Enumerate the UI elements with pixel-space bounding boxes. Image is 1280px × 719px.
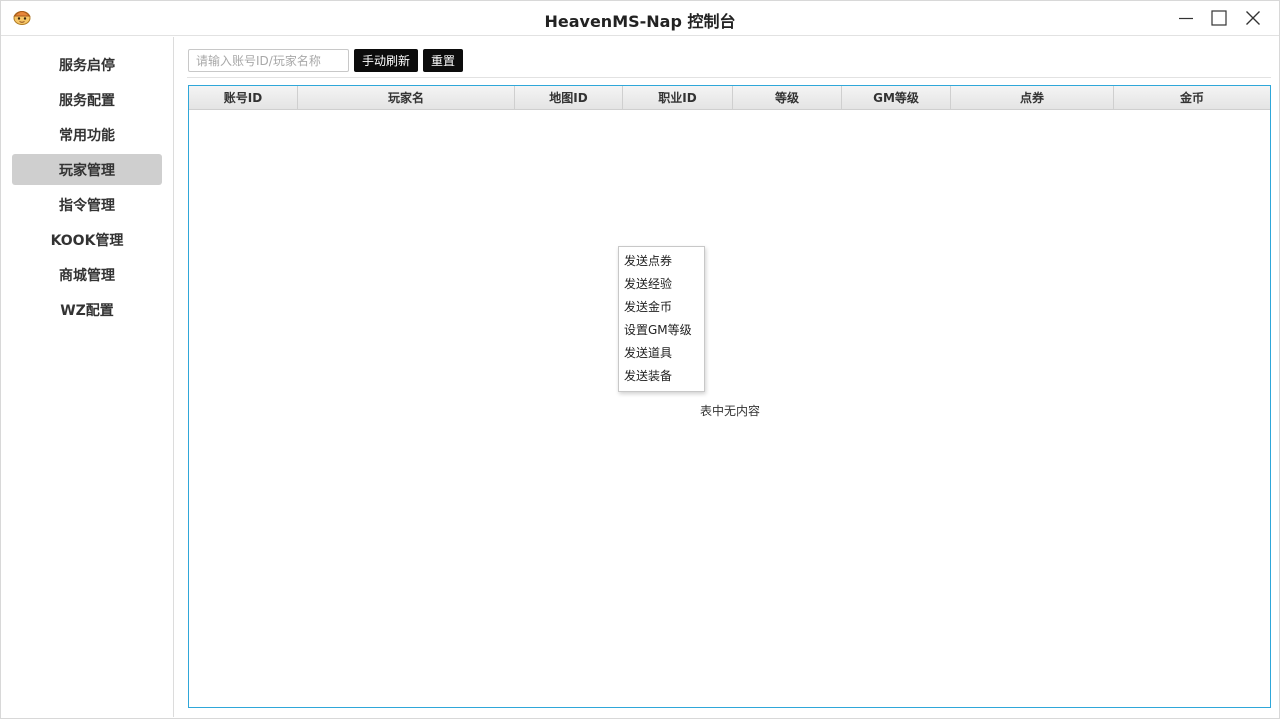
menu-item-send-exp[interactable]: 发送经验 bbox=[619, 273, 704, 295]
column-header-player-name[interactable]: 玩家名 bbox=[298, 86, 515, 109]
sidebar: 服务启停 服务配置 常用功能 玩家管理 指令管理 KOOK管理 商城管理 WZ配… bbox=[2, 37, 174, 717]
context-menu: 发送点券 发送经验 发送金币 设置GM等级 发送道具 发送装备 bbox=[618, 246, 705, 392]
column-header-account-id[interactable]: 账号ID bbox=[189, 86, 298, 109]
title-bar: HeavenMS-Nap 控制台 bbox=[1, 1, 1279, 36]
maximize-button[interactable] bbox=[1205, 5, 1233, 31]
menu-item-send-item[interactable]: 发送道具 bbox=[619, 342, 704, 364]
column-header-gold[interactable]: 金币 bbox=[1114, 86, 1270, 109]
minimize-icon bbox=[1179, 17, 1193, 20]
sidebar-item-player-management[interactable]: 玩家管理 bbox=[12, 154, 162, 185]
sidebar-item-mall-management[interactable]: 商城管理 bbox=[12, 259, 162, 290]
column-header-map-id[interactable]: 地图ID bbox=[515, 86, 623, 109]
column-header-level[interactable]: 等级 bbox=[733, 86, 842, 109]
sidebar-item-common-functions[interactable]: 常用功能 bbox=[12, 119, 162, 150]
column-header-job-id[interactable]: 职业ID bbox=[623, 86, 733, 109]
menu-item-set-gm-level[interactable]: 设置GM等级 bbox=[619, 319, 704, 341]
toolbar-divider bbox=[187, 77, 1271, 78]
menu-item-send-gold[interactable]: 发送金币 bbox=[619, 296, 704, 318]
player-table[interactable]: 账号ID 玩家名 地图ID 职业ID 等级 GM等级 点券 金币 表中无内容 bbox=[188, 85, 1271, 708]
sidebar-item-service-config[interactable]: 服务配置 bbox=[12, 84, 162, 115]
close-icon bbox=[1246, 11, 1260, 25]
close-button[interactable] bbox=[1239, 5, 1267, 31]
window-title: HeavenMS-Nap 控制台 bbox=[544, 12, 736, 31]
app-window: HeavenMS-Nap 控制台 服务启停 服务配置 常用功能 玩家管理 指令管… bbox=[0, 0, 1280, 719]
search-input[interactable] bbox=[188, 49, 349, 72]
minimize-button[interactable] bbox=[1172, 5, 1200, 31]
sidebar-item-service-start-stop[interactable]: 服务启停 bbox=[12, 49, 162, 80]
reset-button[interactable]: 重置 bbox=[423, 49, 463, 72]
maximize-icon bbox=[1211, 10, 1227, 26]
column-header-gm-level[interactable]: GM等级 bbox=[842, 86, 951, 109]
column-header-points[interactable]: 点券 bbox=[951, 86, 1114, 109]
sidebar-item-kook-management[interactable]: KOOK管理 bbox=[12, 224, 162, 255]
manual-refresh-button[interactable]: 手动刷新 bbox=[354, 49, 418, 72]
table-header: 账号ID 玩家名 地图ID 职业ID 等级 GM等级 点券 金币 bbox=[189, 86, 1270, 110]
menu-item-send-points[interactable]: 发送点券 bbox=[619, 250, 704, 272]
sidebar-item-wz-config[interactable]: WZ配置 bbox=[12, 294, 162, 325]
table-empty-message: 表中无内容 bbox=[700, 404, 761, 418]
sidebar-item-command-management[interactable]: 指令管理 bbox=[12, 189, 162, 220]
menu-item-send-equipment[interactable]: 发送装备 bbox=[619, 365, 704, 387]
